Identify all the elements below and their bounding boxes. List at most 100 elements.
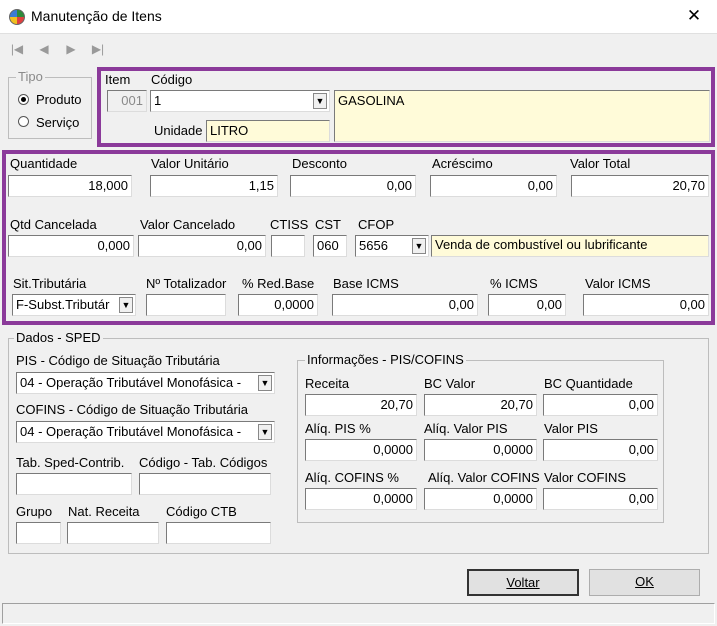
pis-value: 04 - Operação Tributável Monofásica -	[20, 375, 242, 390]
dropdown-arrow-icon[interactable]: ▼	[412, 238, 426, 254]
ok-button-label: OK	[635, 574, 654, 589]
tipo-legend: Tipo	[16, 69, 45, 84]
bc-qtd-field[interactable]: 0,00	[543, 394, 658, 416]
valor-icms-label: Valor ICMS	[585, 276, 651, 291]
icms-field[interactable]: 0,00	[488, 294, 566, 316]
quantidade-field[interactable]: 18,000	[8, 175, 132, 197]
base-icms-label: Base ICMS	[333, 276, 399, 291]
dropdown-arrow-icon[interactable]: ▼	[258, 375, 272, 391]
pis-cofins-legend: Informações - PIS/COFINS	[305, 352, 466, 367]
quantidade-label: Quantidade	[10, 156, 78, 171]
nat-receita-field[interactable]	[67, 522, 159, 544]
aliq-pis-label: Alíq. PIS %	[305, 421, 371, 436]
valor-cancelado-field[interactable]: 0,00	[138, 235, 266, 257]
close-icon[interactable]: ✕	[684, 6, 704, 26]
valor-pis-field[interactable]: 0,00	[543, 439, 658, 461]
servico-radio[interactable]	[18, 116, 29, 127]
app-icon	[9, 9, 25, 25]
red-base-field[interactable]: 0,0000	[238, 294, 318, 316]
cfop-combo[interactable]: 5656 ▼	[355, 235, 429, 257]
dropdown-arrow-icon[interactable]: ▼	[258, 424, 272, 440]
totalizador-label: Nº Totalizador	[146, 276, 227, 291]
ctiss-label: CTISS	[270, 217, 309, 232]
cfop-description-field[interactable]: Venda de combustível ou lubrificante	[431, 235, 709, 257]
last-record-icon[interactable]: ▶|	[89, 40, 107, 58]
next-record-icon[interactable]: ▶	[62, 40, 80, 58]
window-title: Manutenção de Itens	[31, 8, 162, 24]
valor-unitario-field[interactable]: 1,15	[150, 175, 278, 197]
cod-tab-label: Código - Tab. Códigos	[139, 455, 268, 470]
dropdown-arrow-icon[interactable]: ▼	[119, 297, 133, 313]
codigo-value: 1	[154, 93, 162, 108]
totalizador-field[interactable]	[146, 294, 226, 316]
sit-trib-combo[interactable]: F-Subst.Tributár ▼	[12, 294, 136, 316]
cod-ctb-field[interactable]	[166, 522, 271, 544]
cfop-value: 5656	[359, 238, 388, 253]
codigo-label: Código	[151, 72, 193, 87]
produto-label: Produto	[36, 92, 82, 107]
qtd-cancelada-field[interactable]: 0,000	[8, 235, 134, 257]
red-base-label: % Red.Base	[242, 276, 315, 291]
valor-cofins-label: Valor COFINS	[544, 470, 627, 485]
aliq-cofins-label: Alíq. COFINS %	[305, 470, 399, 485]
aliq-valor-pis-field[interactable]: 0,0000	[424, 439, 537, 461]
bc-qtd-label: BC Quantidade	[544, 376, 633, 391]
voltar-button[interactable]: Voltar	[467, 569, 579, 596]
produto-radio[interactable]	[18, 94, 29, 105]
tab-sped-field[interactable]	[16, 473, 132, 495]
cod-ctb-label: Código CTB	[166, 504, 237, 519]
receita-field[interactable]: 20,70	[305, 394, 417, 416]
cofins-combo[interactable]: 04 - Operação Tributável Monofásica - ▼	[16, 421, 275, 443]
base-icms-field[interactable]: 0,00	[332, 294, 478, 316]
item-field: 001	[107, 90, 147, 112]
valor-cofins-field[interactable]: 0,00	[543, 488, 658, 510]
tab-sped-label: Tab. Sped-Contrib.	[16, 455, 125, 470]
descricao-field[interactable]: GASOLINA	[334, 90, 710, 142]
prev-record-icon[interactable]: ◀	[35, 40, 53, 58]
unidade-field[interactable]: LITRO	[206, 120, 330, 142]
item-label: Item	[105, 72, 131, 87]
dropdown-arrow-icon[interactable]: ▼	[313, 93, 327, 109]
cst-field[interactable]: 060	[313, 235, 347, 257]
desconto-label: Desconto	[292, 156, 347, 171]
nat-receita-label: Nat. Receita	[68, 504, 140, 519]
sit-trib-value: F-Subst.Tributár	[16, 297, 110, 312]
pis-label: PIS - Código de Situação Tributária	[16, 353, 220, 368]
status-bar	[2, 603, 715, 624]
codigo-combo[interactable]: 1 ▼	[150, 90, 330, 112]
sit-trib-label: Sit.Tributária	[13, 276, 87, 291]
aliq-valor-cofins-field[interactable]: 0,0000	[424, 488, 537, 510]
acrescimo-label: Acréscimo	[432, 156, 493, 171]
valor-total-label: Valor Total	[570, 156, 631, 171]
desconto-field[interactable]: 0,00	[290, 175, 416, 197]
ok-button[interactable]: OK	[589, 569, 700, 596]
unidade-label: Unidade	[154, 123, 203, 138]
servico-label: Serviço	[36, 115, 80, 130]
aliq-cofins-field[interactable]: 0,0000	[305, 488, 417, 510]
icms-label: % ICMS	[490, 276, 538, 291]
valor-total-field[interactable]: 20,70	[571, 175, 709, 197]
grupo-field[interactable]	[16, 522, 61, 544]
aliq-valor-pis-label: Alíq. Valor PIS	[424, 421, 508, 436]
title-bar: Manutenção de Itens ✕	[0, 0, 717, 34]
ctiss-field[interactable]	[271, 235, 305, 257]
cst-label: CST	[315, 217, 341, 232]
grupo-label: Grupo	[16, 504, 53, 519]
pis-combo[interactable]: 04 - Operação Tributável Monofásica - ▼	[16, 372, 275, 394]
first-record-icon[interactable]: |◀	[8, 40, 26, 58]
bc-valor-label: BC Valor	[424, 376, 476, 391]
cofins-label: COFINS - Código de Situação Tributária	[16, 402, 248, 417]
qtd-cancelada-label: Qtd Cancelada	[10, 217, 97, 232]
valor-unitario-label: Valor Unitário	[151, 156, 229, 171]
receita-label: Receita	[305, 376, 350, 391]
aliq-pis-field[interactable]: 0,0000	[305, 439, 417, 461]
valor-cancelado-label: Valor Cancelado	[140, 217, 236, 232]
cofins-value: 04 - Operação Tributável Monofásica -	[20, 424, 242, 439]
sped-legend: Dados - SPED	[14, 330, 103, 345]
cod-tab-field[interactable]	[139, 473, 271, 495]
bc-valor-field[interactable]: 20,70	[424, 394, 537, 416]
acrescimo-field[interactable]: 0,00	[430, 175, 557, 197]
cfop-label: CFOP	[358, 217, 395, 232]
valor-pis-label: Valor PIS	[544, 421, 598, 436]
valor-icms-field[interactable]: 0,00	[583, 294, 709, 316]
